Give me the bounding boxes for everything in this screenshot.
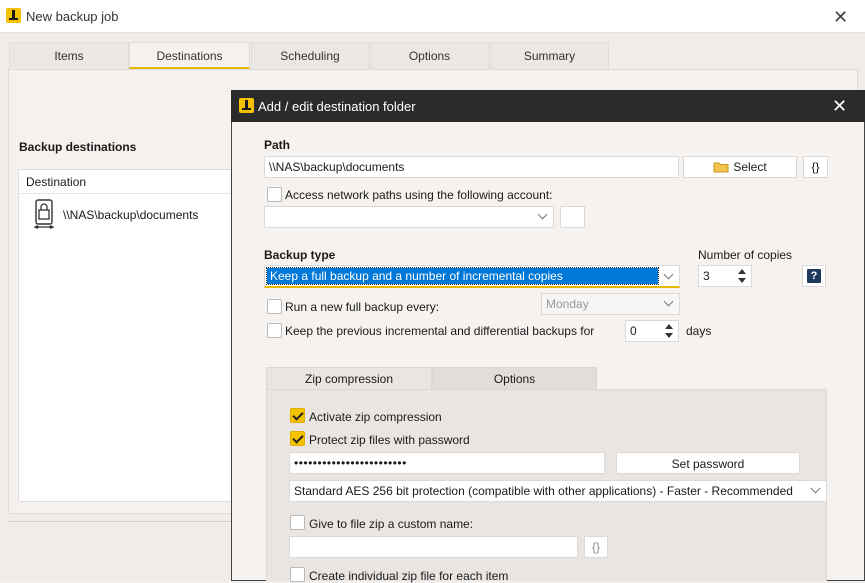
custom-name-input[interactable]: [289, 536, 578, 558]
protect-zip-label: Protect zip files with password: [309, 433, 470, 447]
destination-column-header[interactable]: Destination: [18, 169, 238, 194]
protect-zip-checkbox[interactable]: [290, 431, 305, 446]
keep-previous-checkbox[interactable]: [267, 323, 282, 338]
nas-lock-icon: [34, 199, 54, 229]
custom-name-variables-button[interactable]: {}: [584, 536, 608, 558]
tab-options[interactable]: Options: [370, 42, 489, 69]
keep-previous-label: Keep the previous incremental and differ…: [285, 324, 595, 338]
divider: [8, 521, 238, 522]
days-label: days: [686, 324, 712, 338]
backup-type-value: Keep a full backup and a number of incre…: [266, 267, 659, 285]
account-select[interactable]: [264, 206, 554, 228]
network-account-checkbox[interactable]: [267, 187, 282, 202]
folder-icon: [713, 162, 729, 173]
full-backup-label: Run a new full backup every:: [285, 300, 440, 314]
tab-summary[interactable]: Summary: [490, 42, 609, 69]
custom-name-label: Give to file zip a custom name:: [309, 517, 474, 531]
main-titlebar: [0, 0, 865, 33]
encryption-select[interactable]: Standard AES 256 bit protection (compati…: [289, 480, 827, 502]
individual-zip-checkbox[interactable]: [290, 567, 305, 582]
spinner-down-icon[interactable]: [665, 333, 673, 338]
select-button-label: Select: [733, 160, 767, 174]
set-password-button[interactable]: Set password: [616, 452, 800, 474]
activate-zip-label: Activate zip compression: [309, 410, 442, 424]
copies-label: Number of copies: [698, 248, 793, 262]
path-variables-button[interactable]: {}: [803, 156, 828, 178]
close-icon[interactable]: ✕: [832, 97, 847, 115]
subtab-options[interactable]: Options: [432, 367, 597, 391]
select-button[interactable]: Select: [683, 156, 797, 178]
full-backup-day-select[interactable]: Monday: [541, 293, 680, 315]
tab-destinations[interactable]: Destinations: [129, 42, 250, 69]
tab-scheduling[interactable]: Scheduling: [251, 42, 369, 69]
subtab-zip-compression[interactable]: Zip compression: [266, 367, 432, 391]
help-button[interactable]: ?: [802, 265, 826, 287]
account-edit-button[interactable]: [560, 206, 585, 228]
spinner-down-icon[interactable]: [738, 278, 746, 283]
app-logo-icon: [239, 98, 254, 113]
backup-type-label: Backup type: [264, 248, 336, 262]
spinner-up-icon[interactable]: [738, 269, 746, 274]
path-input[interactable]: \\NAS\backup\documents: [264, 156, 679, 178]
tab-items[interactable]: Items: [9, 42, 129, 69]
activate-zip-checkbox[interactable]: [290, 408, 305, 423]
help-icon: ?: [807, 269, 821, 283]
network-account-label: Access network paths using the following…: [285, 188, 553, 202]
full-backup-checkbox[interactable]: [267, 299, 282, 314]
backup-destinations-title: Backup destinations: [19, 140, 137, 154]
destination-item[interactable]: \\NAS\backup\documents: [63, 208, 198, 222]
close-icon[interactable]: ✕: [833, 8, 848, 26]
custom-name-checkbox[interactable]: [290, 515, 305, 530]
app-logo-icon: [6, 8, 21, 23]
path-label: Path: [264, 138, 291, 152]
spinner-up-icon[interactable]: [665, 324, 673, 329]
window-title: New backup job: [26, 9, 119, 24]
password-field[interactable]: ••••••••••••••••••••••••: [289, 452, 605, 474]
dialog-title: Add / edit destination folder: [258, 99, 416, 114]
